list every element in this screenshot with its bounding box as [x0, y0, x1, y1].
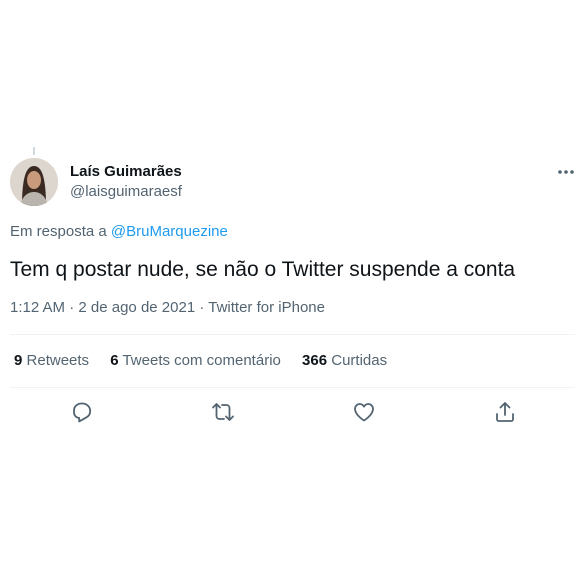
tweet-source[interactable]: Twitter for iPhone	[208, 299, 325, 316]
heart-icon	[354, 403, 374, 422]
tweet-metadata: 1:12 AM · 2 de ago de 2021 · Twitter for…	[10, 298, 325, 318]
avatar-photo	[10, 158, 58, 206]
likes-stat[interactable]: 366 Curtidas	[302, 351, 387, 371]
reply-context: Em resposta a @BruMarquezine	[10, 222, 228, 242]
more-dots-icon	[558, 170, 574, 174]
share-icon	[496, 402, 514, 422]
retweets-label: Retweets	[26, 352, 90, 369]
tweet-date[interactable]: 2 de ago de 2021	[78, 299, 195, 316]
likes-label: Curtidas	[331, 352, 388, 369]
meta-separator: ·	[199, 299, 205, 316]
divider	[10, 334, 575, 335]
tweet-stats: 9 Retweets 6 Tweets com comentário 366 C…	[14, 351, 404, 371]
like-button[interactable]	[352, 400, 376, 424]
reply-icon	[73, 402, 92, 423]
quote-tweets-stat[interactable]: 6 Tweets com comentário	[110, 351, 281, 371]
retweets-stat[interactable]: 9 Retweets	[14, 351, 89, 371]
author-name[interactable]: Laís Guimarães	[70, 162, 182, 182]
meta-separator: ·	[69, 299, 75, 316]
divider	[10, 387, 575, 388]
likes-count: 366	[302, 352, 328, 369]
retweet-icon	[212, 403, 234, 421]
author-handle[interactable]: @laisguimaraesf	[70, 182, 182, 202]
tweet-detail: Laís Guimarães @laisguimaraesf Em respos…	[0, 0, 580, 580]
quote-tweets-count: 6	[110, 352, 119, 369]
retweets-count: 9	[14, 352, 23, 369]
reply-button[interactable]	[70, 400, 94, 424]
avatar[interactable]	[10, 158, 58, 206]
reply-mention-link[interactable]: @BruMarquezine	[111, 223, 228, 240]
more-options-button[interactable]	[552, 160, 580, 184]
tweet-text: Tem q postar nude, se não o Twitter susp…	[10, 258, 516, 281]
quote-tweets-label: Tweets com comentário	[122, 352, 281, 369]
retweet-button[interactable]	[211, 400, 235, 424]
tweet-time[interactable]: 1:12 AM	[10, 299, 65, 316]
thread-connector-line	[33, 147, 35, 155]
share-button[interactable]	[493, 400, 517, 424]
reply-prefix: Em resposta a	[10, 223, 107, 240]
